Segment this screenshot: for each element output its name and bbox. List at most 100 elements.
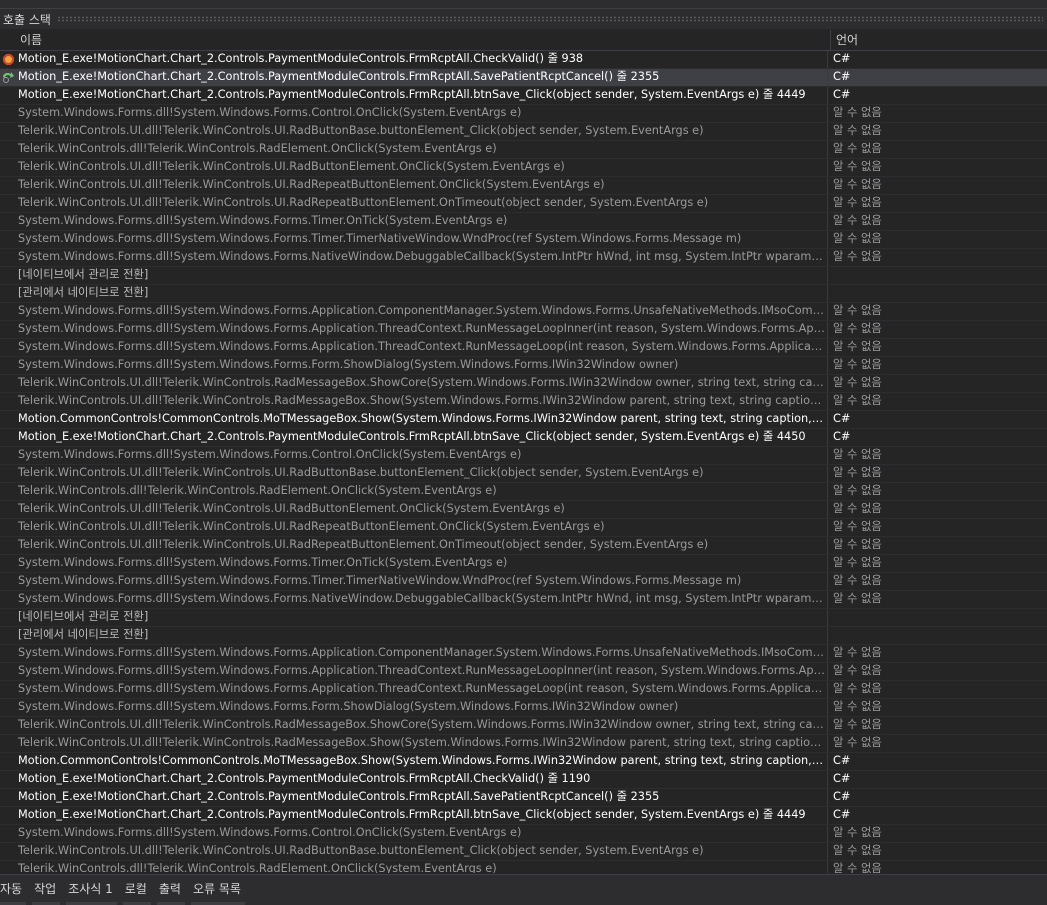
call-stack-row[interactable]: Motion_E.exe!MotionChart.Chart_2.Control… xyxy=(0,69,1047,87)
frame-language: C# xyxy=(833,808,851,821)
frame-name: System.Windows.Forms.dll!System.Windows.… xyxy=(18,213,828,230)
call-stack-row[interactable]: Telerik.WinControls.UI.dll!Telerik.WinCo… xyxy=(0,123,1047,141)
frame-name: System.Windows.Forms.dll!System.Windows.… xyxy=(18,645,828,662)
row-gutter xyxy=(0,591,18,608)
frame-name: [네이티브에서 관리로 전환] xyxy=(18,609,828,626)
frame-name: Motion.CommonControls!CommonControls.MoT… xyxy=(18,411,828,428)
call-stack-row[interactable]: Telerik.WinControls.UI.dll!Telerik.WinCo… xyxy=(0,465,1047,483)
call-stack-row[interactable]: System.Windows.Forms.dll!System.Windows.… xyxy=(0,303,1047,321)
frame-language: 알 수 없음 xyxy=(833,556,882,569)
frame-name: System.Windows.Forms.dll!System.Windows.… xyxy=(18,231,828,248)
frame-language: 알 수 없음 xyxy=(833,718,882,731)
call-stack-row[interactable]: Motion_E.exe!MotionChart.Chart_2.Control… xyxy=(0,87,1047,105)
bottom-tab-label: 작업 xyxy=(34,882,57,896)
frame-name: System.Windows.Forms.dll!System.Windows.… xyxy=(18,573,828,590)
call-stack-row[interactable]: Telerik.WinControls.UI.dll!Telerik.WinCo… xyxy=(0,519,1047,537)
row-gutter xyxy=(0,699,18,716)
frame-name: System.Windows.Forms.dll!System.Windows.… xyxy=(18,339,828,356)
call-stack-row[interactable]: System.Windows.Forms.dll!System.Windows.… xyxy=(0,681,1047,699)
row-gutter xyxy=(0,843,18,860)
frame-language: 알 수 없음 xyxy=(833,484,882,497)
call-stack-row[interactable]: Motion_E.exe!MotionChart.Chart_2.Control… xyxy=(0,51,1047,69)
frame-language: 알 수 없음 xyxy=(833,664,882,677)
panel-title-bar[interactable]: 호출 스택 xyxy=(0,9,1047,29)
frame-name: Motion.CommonControls!CommonControls.MoT… xyxy=(18,753,828,770)
call-stack-row[interactable]: System.Windows.Forms.dll!System.Windows.… xyxy=(0,591,1047,609)
call-stack-row[interactable]: System.Windows.Forms.dll!System.Windows.… xyxy=(0,447,1047,465)
frame-language: C# xyxy=(833,430,851,443)
row-gutter xyxy=(0,411,18,428)
frame-language: 알 수 없음 xyxy=(833,304,882,317)
call-stack-row[interactable]: System.Windows.Forms.dll!System.Windows.… xyxy=(0,555,1047,573)
call-stack-row[interactable]: System.Windows.Forms.dll!System.Windows.… xyxy=(0,663,1047,681)
call-stack-row[interactable]: Telerik.WinControls.UI.dll!Telerik.WinCo… xyxy=(0,717,1047,735)
call-stack-row[interactable]: Motion.CommonControls!CommonControls.MoT… xyxy=(0,411,1047,429)
frame-name: Telerik.WinControls.UI.dll!Telerik.WinCo… xyxy=(18,501,828,518)
frame-name: Telerik.WinControls.UI.dll!Telerik.WinCo… xyxy=(18,159,828,176)
call-stack-row[interactable]: [관리에서 네이티브로 전환] xyxy=(0,285,1047,303)
call-stack-row[interactable]: Telerik.WinControls.UI.dll!Telerik.WinCo… xyxy=(0,537,1047,555)
bottom-tab[interactable]: 조사식 1 xyxy=(62,875,119,905)
frame-language: 알 수 없음 xyxy=(833,376,882,389)
frame-language: 알 수 없음 xyxy=(833,160,882,173)
call-stack-row[interactable]: System.Windows.Forms.dll!System.Windows.… xyxy=(0,105,1047,123)
call-stack-row[interactable]: System.Windows.Forms.dll!System.Windows.… xyxy=(0,249,1047,267)
panel-grip[interactable] xyxy=(56,16,1043,22)
call-stack-row[interactable]: System.Windows.Forms.dll!System.Windows.… xyxy=(0,357,1047,375)
bottom-tab[interactable]: 작업 xyxy=(28,875,62,905)
frame-language: 알 수 없음 xyxy=(833,178,882,191)
call-stack-row[interactable]: Telerik.WinControls.dll!Telerik.WinContr… xyxy=(0,861,1047,873)
call-stack-row[interactable]: Telerik.WinControls.UI.dll!Telerik.WinCo… xyxy=(0,159,1047,177)
column-header-name[interactable]: 이름 xyxy=(0,30,831,50)
bottom-tab[interactable]: 로컬 xyxy=(119,875,153,905)
frame-name: Telerik.WinControls.UI.dll!Telerik.WinCo… xyxy=(18,177,828,194)
bottom-tab[interactable]: 출력 xyxy=(153,875,187,905)
call-stack-row[interactable]: Motion_E.exe!MotionChart.Chart_2.Control… xyxy=(0,429,1047,447)
frame-name: Telerik.WinControls.UI.dll!Telerik.WinCo… xyxy=(18,123,828,140)
frame-language: 알 수 없음 xyxy=(833,862,882,873)
call-stack-list[interactable]: Motion_E.exe!MotionChart.Chart_2.Control… xyxy=(0,51,1047,873)
call-stack-row[interactable]: Motion_E.exe!MotionChart.Chart_2.Control… xyxy=(0,807,1047,825)
frame-language: 알 수 없음 xyxy=(833,574,882,587)
row-gutter xyxy=(0,501,18,518)
frame-language: 알 수 없음 xyxy=(833,682,882,695)
bottom-tab[interactable]: 오류 목록 xyxy=(187,875,247,905)
row-gutter xyxy=(0,771,18,788)
call-stack-row[interactable]: Motion_E.exe!MotionChart.Chart_2.Control… xyxy=(0,771,1047,789)
call-stack-row[interactable]: System.Windows.Forms.dll!System.Windows.… xyxy=(0,645,1047,663)
row-gutter xyxy=(0,303,18,320)
frame-name: Telerik.WinControls.dll!Telerik.WinContr… xyxy=(18,483,828,500)
call-stack-row[interactable]: Telerik.WinControls.UI.dll!Telerik.WinCo… xyxy=(0,501,1047,519)
bottom-tab[interactable]: 자동 xyxy=(0,875,28,905)
call-stack-row[interactable]: Telerik.WinControls.UI.dll!Telerik.WinCo… xyxy=(0,195,1047,213)
call-stack-row[interactable]: Telerik.WinControls.UI.dll!Telerik.WinCo… xyxy=(0,393,1047,411)
call-stack-row[interactable]: System.Windows.Forms.dll!System.Windows.… xyxy=(0,573,1047,591)
row-gutter xyxy=(0,555,18,572)
frame-name: [관리에서 네이티브로 전환] xyxy=(18,627,828,644)
call-stack-row[interactable]: Telerik.WinControls.UI.dll!Telerik.WinCo… xyxy=(0,375,1047,393)
call-stack-row[interactable]: Telerik.WinControls.dll!Telerik.WinContr… xyxy=(0,141,1047,159)
call-stack-row[interactable]: Telerik.WinControls.dll!Telerik.WinContr… xyxy=(0,483,1047,501)
call-stack-row[interactable]: System.Windows.Forms.dll!System.Windows.… xyxy=(0,825,1047,843)
call-stack-row[interactable]: Telerik.WinControls.UI.dll!Telerik.WinCo… xyxy=(0,735,1047,753)
call-stack-row[interactable]: [네이티브에서 관리로 전환] xyxy=(0,267,1047,285)
bottom-tab-label: 로컬 xyxy=(124,882,147,896)
call-stack-row[interactable]: System.Windows.Forms.dll!System.Windows.… xyxy=(0,231,1047,249)
frame-name: Telerik.WinControls.UI.dll!Telerik.WinCo… xyxy=(18,843,828,860)
frame-name: System.Windows.Forms.dll!System.Windows.… xyxy=(18,105,828,122)
call-stack-row[interactable]: Motion.CommonControls!CommonControls.MoT… xyxy=(0,753,1047,771)
call-stack-row[interactable]: Telerik.WinControls.UI.dll!Telerik.WinCo… xyxy=(0,177,1047,195)
column-header-language[interactable]: 언어 xyxy=(831,30,858,50)
call-stack-row[interactable]: [관리에서 네이티브로 전환] xyxy=(0,627,1047,645)
call-stack-row[interactable]: System.Windows.Forms.dll!System.Windows.… xyxy=(0,339,1047,357)
call-stack-row[interactable]: Motion_E.exe!MotionChart.Chart_2.Control… xyxy=(0,789,1047,807)
call-stack-row[interactable]: [네이티브에서 관리로 전환] xyxy=(0,609,1047,627)
frame-language: 알 수 없음 xyxy=(833,502,882,515)
call-stack-row[interactable]: System.Windows.Forms.dll!System.Windows.… xyxy=(0,321,1047,339)
frame-language: C# xyxy=(833,754,851,767)
call-stack-row[interactable]: System.Windows.Forms.dll!System.Windows.… xyxy=(0,699,1047,717)
call-stack-row[interactable]: System.Windows.Forms.dll!System.Windows.… xyxy=(0,213,1047,231)
row-gutter xyxy=(0,51,18,68)
row-gutter xyxy=(0,465,18,482)
call-stack-row[interactable]: Telerik.WinControls.UI.dll!Telerik.WinCo… xyxy=(0,843,1047,861)
